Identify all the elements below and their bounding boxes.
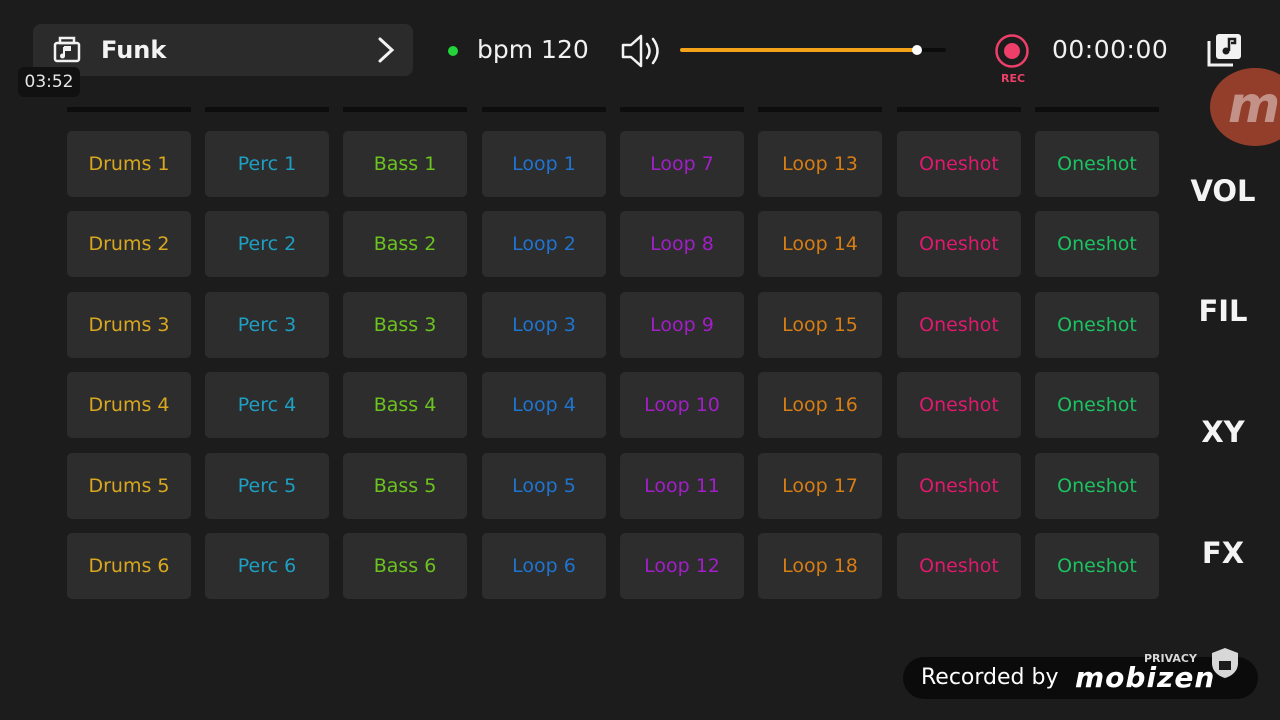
sample-pad[interactable]: Oneshot <box>897 533 1021 599</box>
sample-pad[interactable]: Oneshot <box>1035 372 1159 438</box>
sample-pad[interactable]: Oneshot <box>897 211 1021 277</box>
sample-pad[interactable]: Loop 6 <box>482 533 606 599</box>
volume-slider-fill <box>680 48 917 52</box>
sample-pad[interactable]: Oneshot <box>897 372 1021 438</box>
sample-pad[interactable]: Oneshot <box>897 453 1021 519</box>
bpm-display[interactable]: bpm 120 <box>477 35 589 64</box>
sample-pad[interactable]: Drums 3 <box>67 292 191 358</box>
music-library-icon[interactable] <box>1206 31 1244 69</box>
sample-pad[interactable]: Loop 8 <box>620 211 744 277</box>
sample-pad[interactable]: Loop 10 <box>620 372 744 438</box>
column-strip <box>897 107 1021 112</box>
mobizen-brand: mobizen <box>1075 661 1216 694</box>
sample-pad[interactable]: Drums 6 <box>67 533 191 599</box>
mobizen-logo-icon[interactable]: m <box>1210 68 1280 146</box>
column-strip <box>482 107 606 112</box>
column-strip <box>620 107 744 112</box>
sample-pad[interactable]: Oneshot <box>1035 292 1159 358</box>
genre-selector[interactable]: Funk <box>33 24 413 76</box>
sample-pad[interactable]: Loop 18 <box>758 533 882 599</box>
sample-pad[interactable]: Loop 1 <box>482 131 606 197</box>
sample-pad[interactable]: Loop 3 <box>482 292 606 358</box>
sample-pad[interactable]: Oneshot <box>1035 211 1159 277</box>
chevron-right-icon[interactable] <box>375 36 397 64</box>
sample-pad[interactable]: Perc 5 <box>205 453 329 519</box>
tempo-indicator-dot <box>448 46 458 56</box>
sample-pad[interactable]: Loop 5 <box>482 453 606 519</box>
sample-pad[interactable]: Loop 16 <box>758 372 882 438</box>
recorded-by-watermark: Recorded by mobizen <box>903 657 1258 699</box>
side-button-fil[interactable]: FIL <box>1180 294 1266 328</box>
sample-pad[interactable]: Oneshot <box>1035 453 1159 519</box>
sample-pad[interactable]: Bass 3 <box>343 292 467 358</box>
sample-pad[interactable]: Loop 12 <box>620 533 744 599</box>
side-button-fx[interactable]: FX <box>1180 536 1266 570</box>
sample-pad[interactable]: Oneshot <box>1035 131 1159 197</box>
volume-slider[interactable] <box>680 45 946 55</box>
sample-pad[interactable]: Loop 13 <box>758 131 882 197</box>
sample-pad[interactable]: Bass 2 <box>343 211 467 277</box>
privacy-label: PRIVACY <box>1144 652 1197 665</box>
sample-pad[interactable]: Drums 5 <box>67 453 191 519</box>
sample-pad[interactable]: Perc 4 <box>205 372 329 438</box>
genre-name: Funk <box>101 36 167 64</box>
sample-pad[interactable]: Loop 11 <box>620 453 744 519</box>
sample-pad[interactable]: Perc 1 <box>205 131 329 197</box>
sample-pad[interactable]: Loop 7 <box>620 131 744 197</box>
sample-pad[interactable]: Perc 3 <box>205 292 329 358</box>
recording-timer: 00:00:00 <box>1052 35 1169 64</box>
sample-pad[interactable]: Loop 17 <box>758 453 882 519</box>
sample-pad[interactable]: Bass 5 <box>343 453 467 519</box>
record-label: REC <box>1000 72 1026 85</box>
sample-pad[interactable]: Oneshot <box>897 131 1021 197</box>
column-strip <box>758 107 882 112</box>
privacy-shield-icon[interactable] <box>1208 646 1242 680</box>
sample-pad[interactable]: Perc 2 <box>205 211 329 277</box>
sample-pad[interactable]: Loop 2 <box>482 211 606 277</box>
column-strip <box>343 107 467 112</box>
recorded-by-text: Recorded by <box>921 665 1059 690</box>
column-strip <box>205 107 329 112</box>
record-icon[interactable] <box>994 33 1030 69</box>
side-button-xy[interactable]: XY <box>1180 415 1266 449</box>
sample-pad[interactable]: Drums 2 <box>67 211 191 277</box>
sample-pad[interactable]: Loop 14 <box>758 211 882 277</box>
volume-slider-handle[interactable] <box>911 45 922 55</box>
sample-pad[interactable]: Oneshot <box>897 292 1021 358</box>
sample-pad[interactable]: Bass 1 <box>343 131 467 197</box>
sample-pad[interactable]: Bass 6 <box>343 533 467 599</box>
playlist-icon <box>53 36 81 63</box>
sample-pad[interactable]: Drums 4 <box>67 372 191 438</box>
column-strip <box>67 107 191 112</box>
sample-pad[interactable]: Loop 15 <box>758 292 882 358</box>
sample-pad[interactable]: Drums 1 <box>67 131 191 197</box>
side-button-vol[interactable]: VOL <box>1180 174 1266 208</box>
column-strip <box>1035 107 1159 112</box>
sample-pad[interactable]: Bass 4 <box>343 372 467 438</box>
sample-pad[interactable]: Loop 4 <box>482 372 606 438</box>
speaker-icon[interactable] <box>620 33 664 69</box>
sample-pad[interactable]: Loop 9 <box>620 292 744 358</box>
sample-pad[interactable]: Perc 6 <box>205 533 329 599</box>
system-clock: 03:52 <box>18 67 80 97</box>
sample-pad[interactable]: Oneshot <box>1035 533 1159 599</box>
